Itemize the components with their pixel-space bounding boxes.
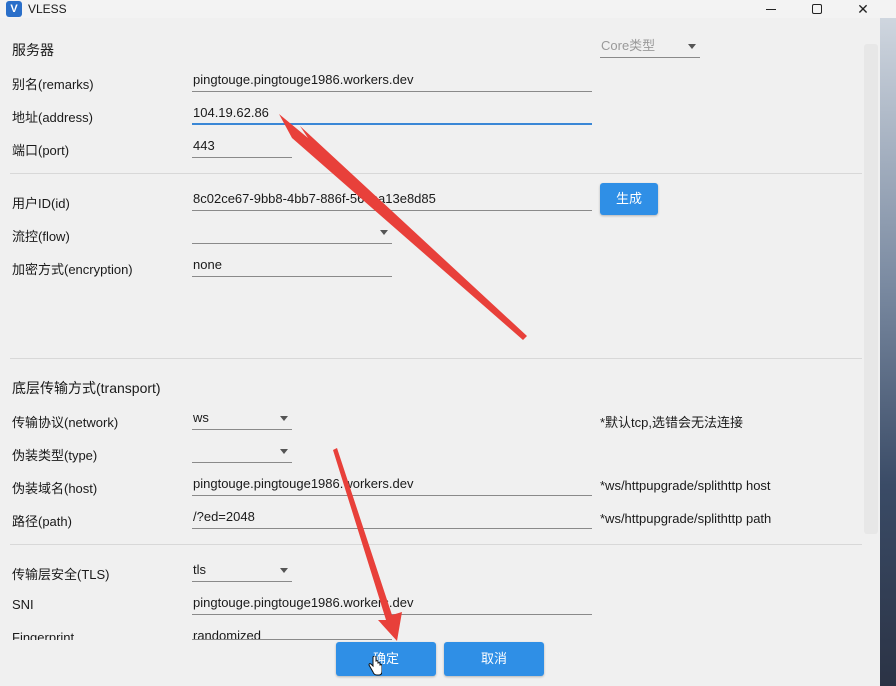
chevron-down-icon xyxy=(280,449,288,454)
minimize-button[interactable] xyxy=(748,0,794,18)
maximize-icon xyxy=(812,4,822,14)
tls-select[interactable]: tls xyxy=(192,560,292,582)
chevron-down-icon xyxy=(380,230,388,235)
host-hint: *ws/httpupgrade/splithttp host xyxy=(600,478,771,493)
tls-value: tls xyxy=(193,562,206,577)
fingerprint-select[interactable]: randomized xyxy=(192,626,392,640)
type-label: 伪装类型(type) xyxy=(12,448,98,463)
dialog-content: 服务器 Core类型 别名(remarks) pingtouge.pingtou… xyxy=(0,18,896,686)
host-input[interactable]: pingtouge.pingtouge1986.workers.dev xyxy=(192,474,592,496)
encryption-label: 加密方式(encryption) xyxy=(12,262,133,277)
fingerprint-label: Fingerprint xyxy=(12,630,75,640)
path-hint: *ws/httpupgrade/splithttp path xyxy=(600,511,772,526)
sni-input[interactable]: pingtouge.pingtouge1986.workers.dev xyxy=(192,593,592,615)
vertical-scrollbar[interactable] xyxy=(864,44,878,534)
chevron-down-icon xyxy=(280,416,288,421)
server-section-title: 服务器 xyxy=(12,42,54,58)
v-app-icon: V xyxy=(6,1,22,17)
generate-button[interactable]: 生成 xyxy=(600,183,658,215)
divider xyxy=(10,358,862,359)
user-id-input[interactable]: 8c02ce67-9bb8-4bb7-886f-56cba13e8d85 xyxy=(192,189,592,211)
ok-button[interactable]: 确定 xyxy=(336,642,436,676)
encryption-input[interactable]: none xyxy=(192,255,392,277)
type-select[interactable] xyxy=(192,441,292,463)
hand-cursor-icon xyxy=(368,656,382,676)
network-hint: *默认tcp,选错会无法连接 xyxy=(600,415,744,430)
window-title: VLESS xyxy=(28,2,67,16)
flow-select[interactable] xyxy=(192,222,392,244)
title-bar: V VLESS ✕ xyxy=(0,0,896,18)
core-type-select[interactable]: Core类型 xyxy=(600,36,700,58)
address-input[interactable]: 104.19.62.86 xyxy=(192,103,592,125)
chevron-down-icon xyxy=(280,568,288,573)
sni-label: SNI xyxy=(12,597,34,612)
port-input[interactable]: 443 xyxy=(192,136,292,158)
cancel-button[interactable]: 取消 xyxy=(444,642,544,676)
address-label: 地址(address) xyxy=(12,110,93,125)
network-value: ws xyxy=(193,410,209,425)
close-button[interactable]: ✕ xyxy=(840,0,886,18)
close-icon: ✕ xyxy=(857,0,869,17)
network-label: 传输协议(network) xyxy=(12,415,119,430)
transport-section-title: 底层传输方式(transport) xyxy=(12,380,161,396)
remarks-label: 别名(remarks) xyxy=(12,77,94,92)
path-label: 路径(path) xyxy=(12,514,72,529)
port-label: 端口(port) xyxy=(12,143,70,158)
core-type-placeholder: Core类型 xyxy=(601,38,656,53)
flow-label: 流控(flow) xyxy=(12,229,70,244)
remarks-input[interactable]: pingtouge.pingtouge1986.workers.dev xyxy=(192,70,592,92)
desktop-background-edge xyxy=(880,18,896,686)
divider xyxy=(10,173,862,174)
path-input[interactable]: /?ed=2048 xyxy=(192,507,592,529)
user-id-label: 用户ID(id) xyxy=(12,196,70,211)
maximize-button[interactable] xyxy=(794,0,840,18)
network-select[interactable]: ws xyxy=(192,408,292,430)
tls-label: 传输层安全(TLS) xyxy=(12,567,110,582)
host-label: 伪装域名(host) xyxy=(12,481,98,496)
divider xyxy=(10,544,862,545)
chevron-down-icon xyxy=(688,44,696,49)
minimize-icon xyxy=(766,8,776,10)
